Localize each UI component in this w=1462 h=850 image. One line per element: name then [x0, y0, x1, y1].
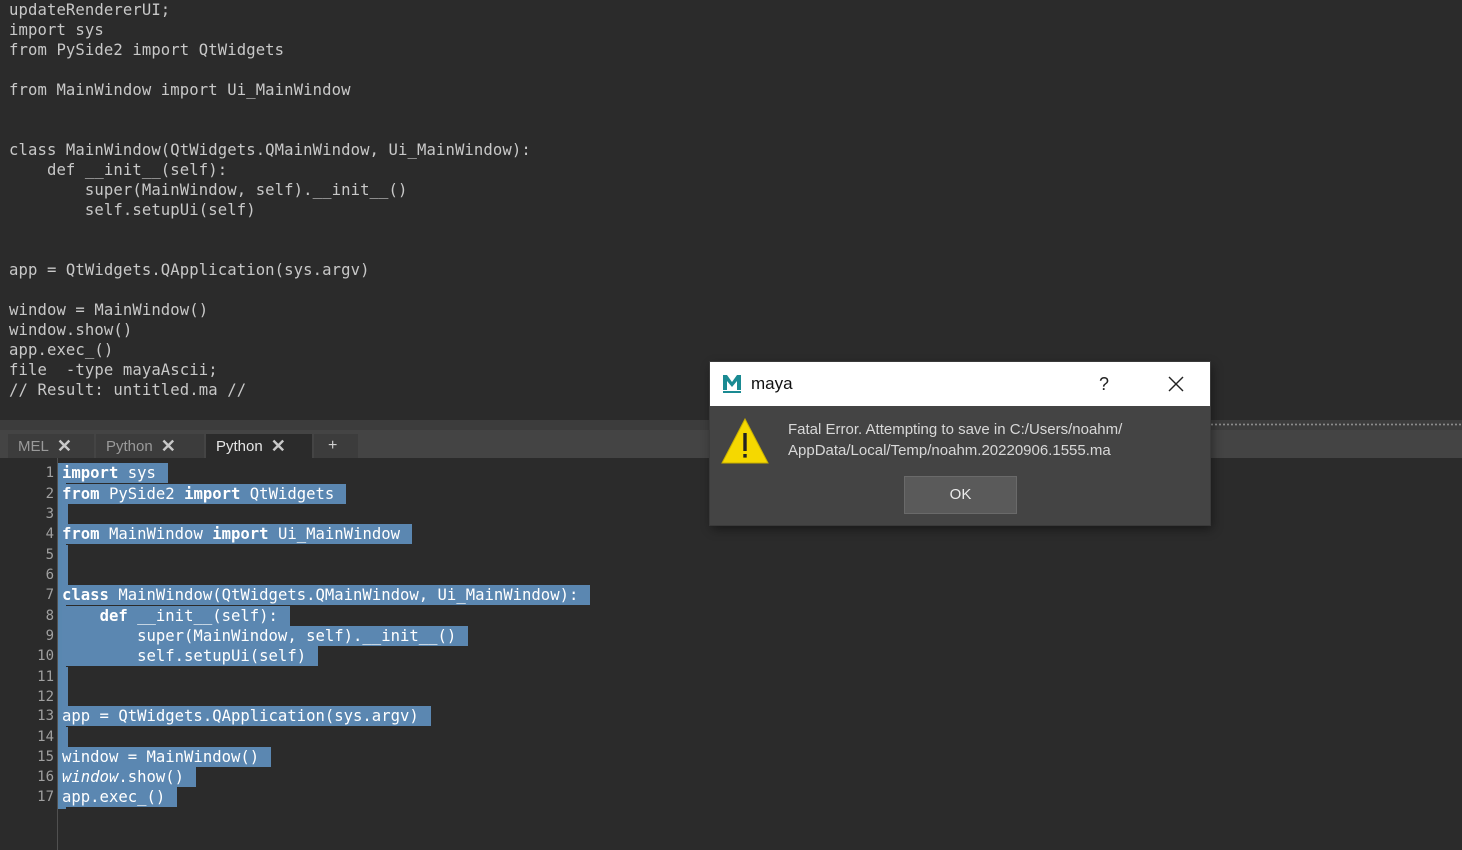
code-line[interactable]: app.exec_(): [62, 787, 178, 807]
error-message-line: Fatal Error. Attempting to save in C:/Us…: [788, 421, 1123, 438]
script-history-pane[interactable]: updateRendererUI; import sys from PySide…: [0, 0, 1462, 420]
code-line[interactable]: self.setupUi(self): [62, 646, 319, 666]
error-message-line: AppData/Local/Temp/noahm.20220906.1555.m…: [788, 442, 1111, 459]
line-number: 10: [37, 648, 54, 664]
code-line[interactable]: [62, 504, 68, 524]
line-number: 6: [45, 567, 54, 583]
line-number: 3: [45, 506, 54, 522]
line-number: 15: [37, 749, 54, 765]
code-line[interactable]: [62, 545, 68, 565]
tab-label: MEL: [18, 437, 49, 455]
code-line[interactable]: [62, 565, 68, 585]
tab-python-2[interactable]: Python ✕: [206, 434, 312, 458]
maya-logo-icon: [721, 372, 743, 394]
plus-icon: +: [328, 437, 338, 454]
code-line[interactable]: [62, 727, 68, 747]
tab-label: Python: [216, 437, 263, 455]
code-line[interactable]: window = MainWindow(): [62, 747, 272, 767]
code-line[interactable]: window.show(): [62, 767, 197, 787]
splitter-grip-icon[interactable]: [1210, 423, 1462, 426]
line-number: 16: [37, 769, 54, 785]
code-line[interactable]: class MainWindow(QtWidgets.QMainWindow, …: [62, 585, 591, 605]
fatal-error-dialog: maya ? Fatal Error. Attempting to save i…: [710, 362, 1210, 525]
ok-button[interactable]: OK: [904, 476, 1017, 514]
code-line[interactable]: import sys: [62, 463, 168, 483]
error-message: Fatal Error. Attempting to save in C:/Us…: [788, 419, 1188, 461]
dialog-titlebar[interactable]: maya ?: [710, 362, 1210, 406]
code-line[interactable]: [62, 667, 68, 687]
line-number: 8: [45, 608, 54, 624]
dialog-title: maya: [751, 374, 793, 393]
line-number: 1: [45, 465, 54, 481]
code-line[interactable]: from PySide2 import QtWidgets: [62, 484, 347, 504]
tab-label: Python: [106, 437, 153, 455]
line-number: 9: [45, 628, 54, 644]
line-number: 11: [37, 669, 54, 685]
add-tab-button[interactable]: +: [314, 434, 358, 458]
close-tab-icon[interactable]: ✕: [271, 437, 286, 455]
line-number: 17: [37, 789, 54, 805]
code-line[interactable]: [62, 687, 68, 707]
code-line[interactable]: app = QtWidgets.QApplication(sys.argv): [62, 706, 431, 726]
line-number: 13: [37, 708, 54, 724]
close-tab-icon[interactable]: ✕: [57, 437, 72, 455]
tab-python-1[interactable]: Python ✕: [96, 434, 204, 458]
warning-icon: [721, 417, 769, 464]
line-number: 4: [45, 526, 54, 542]
line-number: 2: [45, 486, 54, 502]
code-line[interactable]: from MainWindow import Ui_MainWindow: [62, 524, 413, 544]
code-line[interactable]: def __init__(self):: [62, 606, 290, 626]
close-tab-icon[interactable]: ✕: [161, 437, 176, 455]
help-button[interactable]: ?: [1092, 372, 1116, 396]
line-number: 7: [45, 587, 54, 603]
line-number: 5: [45, 547, 54, 563]
tab-mel[interactable]: MEL ✕: [8, 434, 94, 458]
line-number-gutter: 1 2 3 4 5 6 7 8 9 10 11 12 13 14 15 16 17: [0, 458, 58, 850]
close-icon[interactable]: [1162, 370, 1190, 398]
line-number: 14: [37, 729, 54, 745]
history-output-text: updateRendererUI; import sys from PySide…: [9, 1, 531, 399]
line-number: 12: [37, 689, 54, 705]
code-line[interactable]: super(MainWindow, self).__init__(): [62, 626, 469, 646]
